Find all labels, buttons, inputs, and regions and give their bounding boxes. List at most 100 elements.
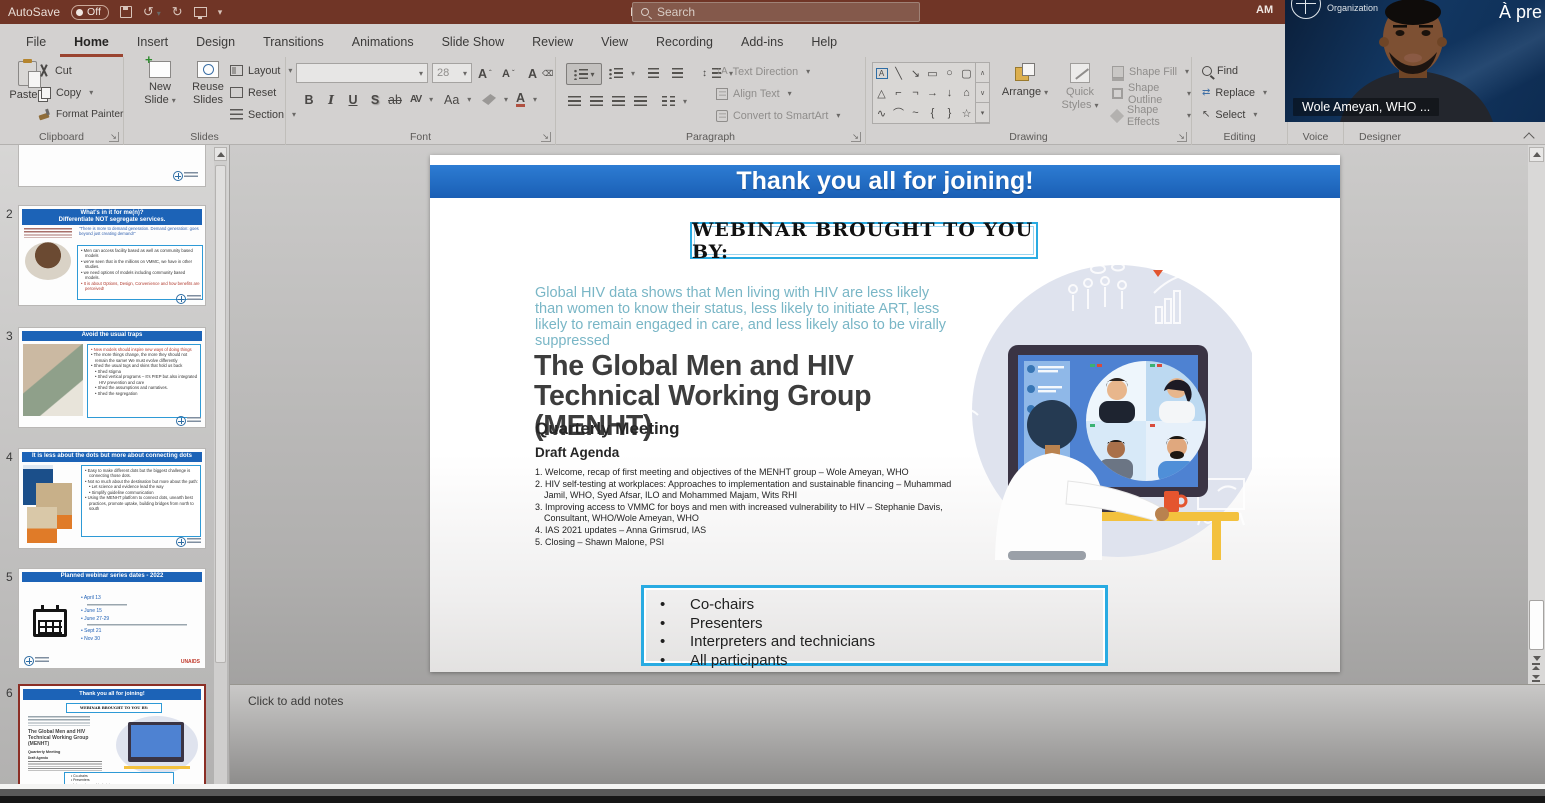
shape-pentagon[interactable]: ⌂ (958, 83, 975, 103)
shape-rounded-rectangle[interactable]: ▢ (958, 63, 975, 83)
shape-right-brace[interactable]: } (941, 103, 958, 123)
font-name-combo[interactable]: ▾ (296, 63, 428, 83)
change-case-button[interactable]: Aa (444, 91, 471, 108)
shape-oval[interactable]: ○ (941, 63, 958, 83)
align-left-button[interactable] (568, 93, 581, 110)
align-text-button[interactable]: Align Text (716, 85, 792, 102)
shape-gallery[interactable]: A ╲ ↘ ▭ ○ ▢ △ ⌐ ¬ → ↓ ⌂ ∿ ⌒ ~ { } ☆ ∧ (872, 62, 990, 124)
reset-button[interactable]: Reset (230, 84, 276, 101)
bullets-button[interactable]: ▾ (566, 63, 602, 85)
tab-view[interactable]: View (587, 28, 642, 57)
start-presentation-icon[interactable] (194, 7, 207, 17)
scroll-up-button[interactable] (1529, 147, 1544, 162)
quick-styles-button[interactable]: Quick Styles (1054, 63, 1106, 111)
gallery-scroll-down[interactable]: ∨ (976, 83, 989, 103)
font-dialog-launcher[interactable]: ↘ (541, 132, 551, 142)
tab-recording[interactable]: Recording (642, 28, 727, 57)
character-spacing-button[interactable]: AV (410, 91, 433, 108)
slide-subheading[interactable]: Quarterly Meeting (535, 419, 680, 439)
increase-indent-button[interactable] (672, 65, 683, 82)
shape-down-arrow[interactable]: ↓ (941, 83, 958, 103)
shape-elbow-connector[interactable]: ⌐ (890, 83, 907, 103)
columns-button[interactable] (662, 93, 687, 110)
autosave-toggle[interactable]: Off (71, 5, 109, 20)
shape-line[interactable]: ╲ (890, 63, 907, 83)
select-button[interactable]: ↖Select (1202, 106, 1257, 123)
slide-canvas[interactable]: Thank you all for joining! WEBINAR BROUG… (430, 155, 1340, 672)
shape-effects-button[interactable]: Shape Effects (1112, 107, 1191, 124)
text-shadow-button[interactable]: S (366, 91, 384, 108)
replace-button[interactable]: ⇄Replace (1202, 84, 1267, 101)
slide-title[interactable]: Thank you all for joining! (430, 165, 1340, 198)
thumbnail-slide-3[interactable]: Avoid the usual traps New models should … (18, 327, 206, 428)
scroll-thumb[interactable] (1529, 600, 1544, 650)
format-painter-button[interactable]: Format Painter (38, 106, 123, 123)
thumbnail-slide-6-selected[interactable]: Thank you all for joining! WEBINAR BROUG… (18, 684, 206, 788)
notes-pane[interactable]: Click to add notes (230, 684, 1545, 784)
underline-button[interactable]: U (344, 91, 362, 108)
shape-arrow[interactable]: ↘ (907, 63, 924, 83)
vertical-scrollbar[interactable] (1528, 145, 1545, 684)
webinar-banner-box[interactable]: WEBINAR BROUGHT TO YOU BY: (690, 222, 1038, 259)
grow-font-button[interactable]: Aˆ (478, 65, 492, 82)
thumbnail-scroll-thumb[interactable] (215, 165, 226, 663)
align-right-button[interactable] (612, 93, 625, 110)
shape-fill-button[interactable]: Shape Fill (1112, 63, 1189, 80)
tab-add-ins[interactable]: Add-ins (727, 28, 797, 57)
thumbnail-slide-4[interactable]: It is less about the dots but more about… (18, 448, 206, 549)
shape-outline-button[interactable]: Shape Outline (1112, 85, 1191, 102)
agenda-list[interactable]: 1. Welcome, recap of first meeting and o… (535, 467, 963, 548)
thumbnail-scroll-up-button[interactable] (214, 147, 227, 161)
shape-elbow-arrow-connector[interactable]: ¬ (907, 83, 924, 103)
agenda-label[interactable]: Draft Agenda (535, 445, 619, 460)
paragraph-dialog-launcher[interactable]: ↘ (851, 132, 861, 142)
tab-animations[interactable]: Animations (338, 28, 428, 57)
shape-curve[interactable]: ~ (907, 103, 924, 123)
decrease-indent-button[interactable] (648, 65, 659, 82)
drawing-dialog-launcher[interactable]: ↘ (1177, 132, 1187, 142)
shape-star[interactable]: ☆ (958, 103, 975, 123)
account-initials[interactable]: AM (1256, 4, 1273, 16)
shape-scribble[interactable]: ∿ (873, 103, 890, 123)
tab-home[interactable]: Home (60, 28, 123, 57)
cut-button[interactable]: Cut (38, 62, 72, 79)
redo-icon[interactable]: ↻ (172, 4, 183, 20)
search-input[interactable]: Search (632, 2, 920, 22)
shrink-font-button[interactable]: Aˇ (502, 65, 515, 82)
reuse-slides-button[interactable]: Reuse Slides (184, 61, 232, 106)
bold-button[interactable]: B (300, 91, 318, 108)
thanks-box[interactable]: •Co-chairs •Presenters •Interpreters and… (641, 585, 1108, 666)
undo-icon[interactable]: ↺ (143, 4, 161, 20)
save-icon[interactable] (120, 6, 132, 18)
align-center-button[interactable] (590, 93, 603, 110)
shape-right-arrow[interactable]: → (924, 83, 941, 103)
tab-design[interactable]: Design (182, 28, 249, 57)
clipboard-dialog-launcher[interactable]: ↘ (109, 132, 119, 142)
previous-slide-button[interactable] (1532, 663, 1540, 670)
text-direction-button[interactable]: ↕AText Direction (716, 63, 810, 80)
find-button[interactable]: Find (1202, 62, 1238, 79)
tab-slide-show[interactable]: Slide Show (428, 28, 519, 57)
customize-toolbar-icon[interactable]: ▾ (218, 7, 223, 18)
arrange-button[interactable]: Arrange (998, 63, 1052, 99)
tab-file[interactable]: File (12, 28, 60, 57)
tab-transitions[interactable]: Transitions (249, 28, 338, 57)
font-color-button[interactable]: A (516, 91, 537, 108)
clear-formatting-button[interactable]: A⌫ (528, 65, 553, 82)
justify-button[interactable] (634, 93, 647, 110)
font-size-combo[interactable]: 28▾ (432, 63, 472, 83)
tab-review[interactable]: Review (518, 28, 587, 57)
shape-triangle[interactable]: △ (873, 83, 890, 103)
gallery-scroll-up[interactable]: ∧ (976, 63, 989, 83)
shape-rectangle[interactable]: ▭ (924, 63, 941, 83)
thumbnail-slide-1[interactable] (18, 145, 206, 187)
shape-arc[interactable]: ⌒ (890, 103, 907, 123)
highlight-color-button[interactable] (482, 91, 508, 108)
new-slide-button[interactable]: New Slide (136, 61, 184, 106)
shape-left-brace[interactable]: { (924, 103, 941, 123)
next-slide-button[interactable] (1532, 675, 1540, 682)
intro-paragraph[interactable]: Global HIV data shows that Men living wi… (535, 285, 959, 349)
numbering-button[interactable] (608, 65, 635, 82)
layout-button[interactable]: Layout (230, 62, 292, 79)
thumbnail-scrollbar[interactable] (214, 147, 227, 788)
